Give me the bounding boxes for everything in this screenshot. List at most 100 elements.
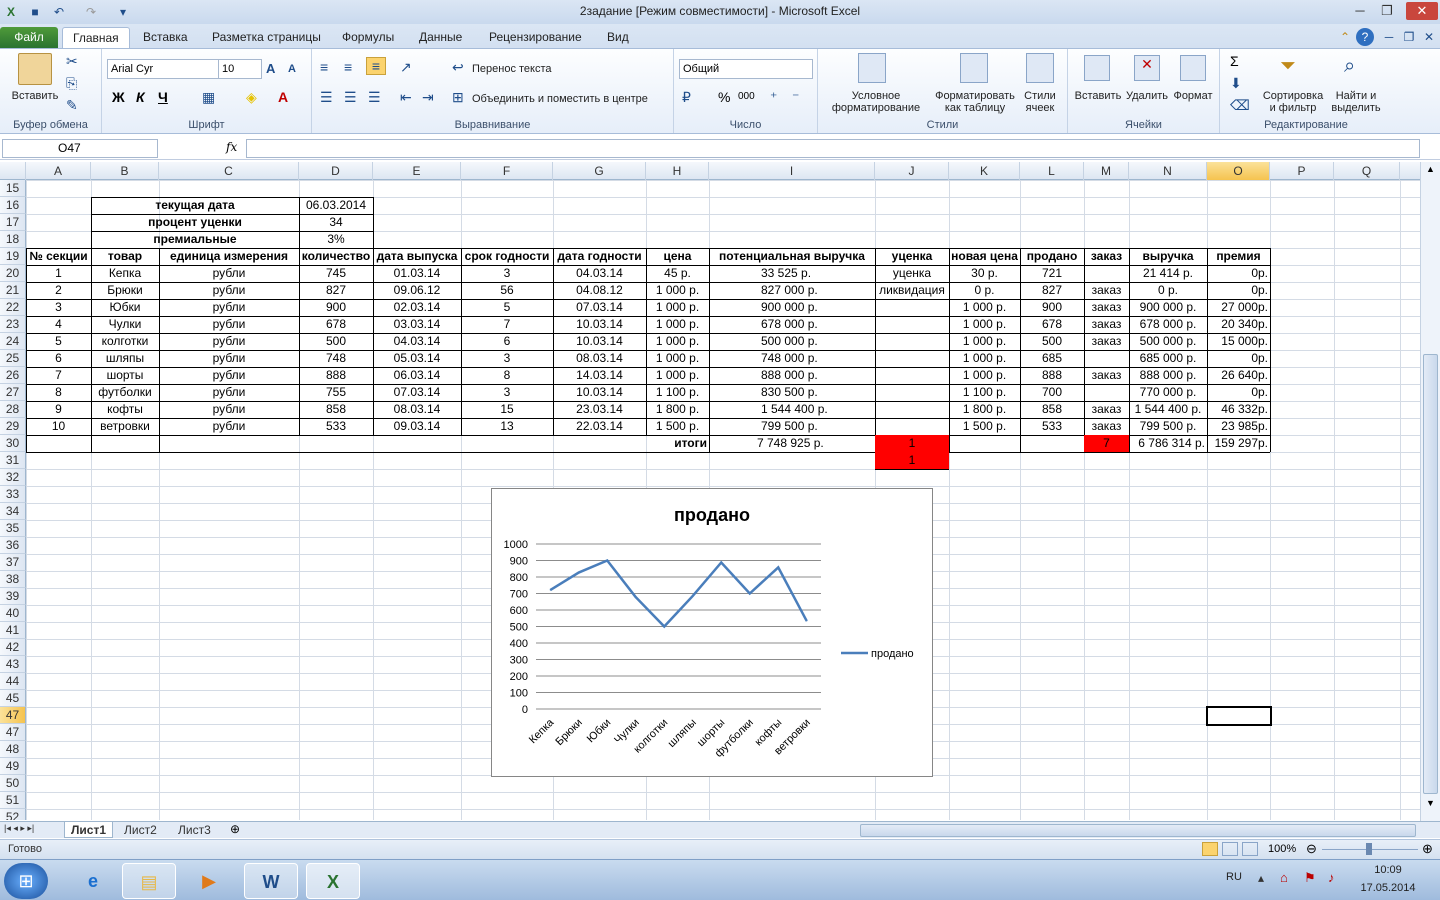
table-cell[interactable]: 8 [26, 384, 91, 401]
table-cell[interactable]: 20 340р. [1207, 316, 1270, 333]
row-header[interactable]: 30 [0, 435, 26, 452]
table-cell[interactable]: 09.06.12 [373, 282, 461, 299]
table-cell[interactable]: 7 [26, 367, 91, 384]
tab-home[interactable]: Главная [62, 27, 130, 48]
table-cell[interactable]: 1 000 р. [646, 350, 709, 367]
row-header[interactable]: 48 [0, 741, 26, 758]
table-header[interactable]: № секции [26, 248, 91, 265]
row-header[interactable]: 24 [0, 333, 26, 350]
cell-styles-icon[interactable] [1026, 53, 1054, 83]
row-header[interactable]: 35 [0, 520, 26, 537]
table-cell[interactable]: футболки [91, 384, 159, 401]
network-icon[interactable]: ⌂ [1280, 870, 1288, 885]
table-cell[interactable]: 08.03.14 [373, 401, 461, 418]
table-cell[interactable]: 900 [1020, 299, 1084, 316]
table-cell[interactable]: 678 [1020, 316, 1084, 333]
cut-icon[interactable]: ✂ [66, 53, 78, 70]
table-cell[interactable]: 721 [1020, 265, 1084, 282]
row-header[interactable]: 36 [0, 537, 26, 554]
table-cell[interactable]: 799 500 р. [1129, 418, 1207, 435]
table-cell[interactable]: 1 000 р. [949, 316, 1020, 333]
row-header[interactable]: 22 [0, 299, 26, 316]
table-cell[interactable]: 5 [26, 333, 91, 350]
totals-j30[interactable]: 1 [875, 435, 949, 452]
table-cell[interactable]: 1 100 р. [949, 384, 1020, 401]
excel-taskbar-icon[interactable]: X [306, 863, 360, 899]
table-cell[interactable]: 0 р. [949, 282, 1020, 299]
active-cell-selection[interactable] [1206, 706, 1272, 726]
table-cell[interactable]: 5 [461, 299, 553, 316]
row-header[interactable]: 40 [0, 605, 26, 622]
row-header[interactable]: 47 [0, 724, 26, 741]
table-cell[interactable]: 678 000 р. [709, 316, 875, 333]
table-cell[interactable]: 3 [461, 265, 553, 282]
table-cell[interactable]: рубли [159, 333, 299, 350]
table-cell[interactable]: заказ [1084, 316, 1129, 333]
table-cell[interactable]: 500 [1020, 333, 1084, 350]
table-cell[interactable]: 900 000 р. [1129, 299, 1207, 316]
insert-cells-icon[interactable] [1084, 55, 1110, 81]
table-header[interactable]: дата выпуска [373, 248, 461, 265]
table-cell[interactable]: 3 [461, 384, 553, 401]
table-cell[interactable]: рубли [159, 350, 299, 367]
column-header[interactable]: E [373, 162, 461, 180]
table-cell[interactable]: 1 000 р. [949, 350, 1020, 367]
row-header[interactable]: 19 [0, 248, 26, 265]
table-cell[interactable]: 07.03.14 [373, 384, 461, 401]
table-cell[interactable]: 745 [299, 265, 373, 282]
tab-file[interactable]: Файл [0, 27, 58, 48]
table-cell[interactable]: рубли [159, 316, 299, 333]
row-header[interactable]: 52 [0, 809, 26, 820]
table-cell[interactable]: 45 р. [646, 265, 709, 282]
table-cell[interactable]: 8 [461, 367, 553, 384]
table-cell[interactable] [875, 401, 949, 418]
borders-icon[interactable]: ▦ [202, 89, 215, 106]
tray-time[interactable]: 10:09 [1358, 864, 1418, 876]
table-cell[interactable]: 678 [299, 316, 373, 333]
table-cell[interactable]: рубли [159, 401, 299, 418]
decrease-indent-icon[interactable]: ⇤ [400, 89, 412, 106]
totals-label[interactable]: итоги [646, 435, 709, 452]
table-header[interactable]: цена [646, 248, 709, 265]
table-cell[interactable]: 0р. [1207, 265, 1270, 282]
table-cell[interactable]: 02.03.14 [373, 299, 461, 316]
scroll-thumb[interactable] [1423, 354, 1438, 794]
table-cell[interactable]: 22.03.14 [553, 418, 646, 435]
table-cell[interactable] [875, 316, 949, 333]
table-header[interactable]: срок годности [461, 248, 553, 265]
find-select-icon[interactable]: ⌕ [1344, 55, 1355, 78]
table-cell[interactable]: 01.03.14 [373, 265, 461, 282]
cell-styles-label-1[interactable]: Стили [1018, 90, 1062, 102]
row-header[interactable]: 29 [0, 418, 26, 435]
sort-filter-label-2[interactable]: и фильтр [1258, 102, 1328, 114]
column-header[interactable]: A [26, 162, 91, 180]
table-cell[interactable] [1084, 384, 1129, 401]
merge-center-button[interactable]: Объединить и поместить в центре [472, 93, 648, 105]
underline-button[interactable]: Ч [158, 89, 168, 105]
find-select-label-1[interactable]: Найти и [1326, 90, 1386, 102]
italic-button[interactable]: К [136, 89, 145, 105]
font-size-select[interactable]: 10 [218, 59, 262, 79]
table-cell[interactable]: колготки [91, 333, 159, 350]
column-header[interactable]: B [91, 162, 159, 180]
volume-icon[interactable]: ♪ [1328, 870, 1335, 885]
column-header[interactable]: I [709, 162, 875, 180]
row-header[interactable]: 32 [0, 469, 26, 486]
table-cell[interactable]: 06.03.14 [373, 367, 461, 384]
table-cell[interactable]: 700 [1020, 384, 1084, 401]
vertical-scrollbar[interactable]: ▲ ▼ [1420, 162, 1440, 822]
tab-view[interactable]: Вид [597, 27, 639, 48]
table-cell[interactable]: 827 [1020, 282, 1084, 299]
tab-data[interactable]: Данные [409, 27, 472, 48]
table-cell[interactable]: рубли [159, 282, 299, 299]
table-cell[interactable]: 888 000 р. [1129, 367, 1207, 384]
row-header[interactable]: 27 [0, 384, 26, 401]
table-header[interactable]: новая цена [949, 248, 1020, 265]
table-header[interactable]: уценка [875, 248, 949, 265]
row-header[interactable]: 33 [0, 486, 26, 503]
table-cell[interactable]: 30 р. [949, 265, 1020, 282]
param-label[interactable]: процент уценки [91, 214, 299, 231]
delete-cells-button[interactable]: Удалить [1122, 90, 1172, 102]
table-cell[interactable]: 799 500 р. [709, 418, 875, 435]
sort-filter-label-1[interactable]: Сортировка [1258, 90, 1328, 102]
